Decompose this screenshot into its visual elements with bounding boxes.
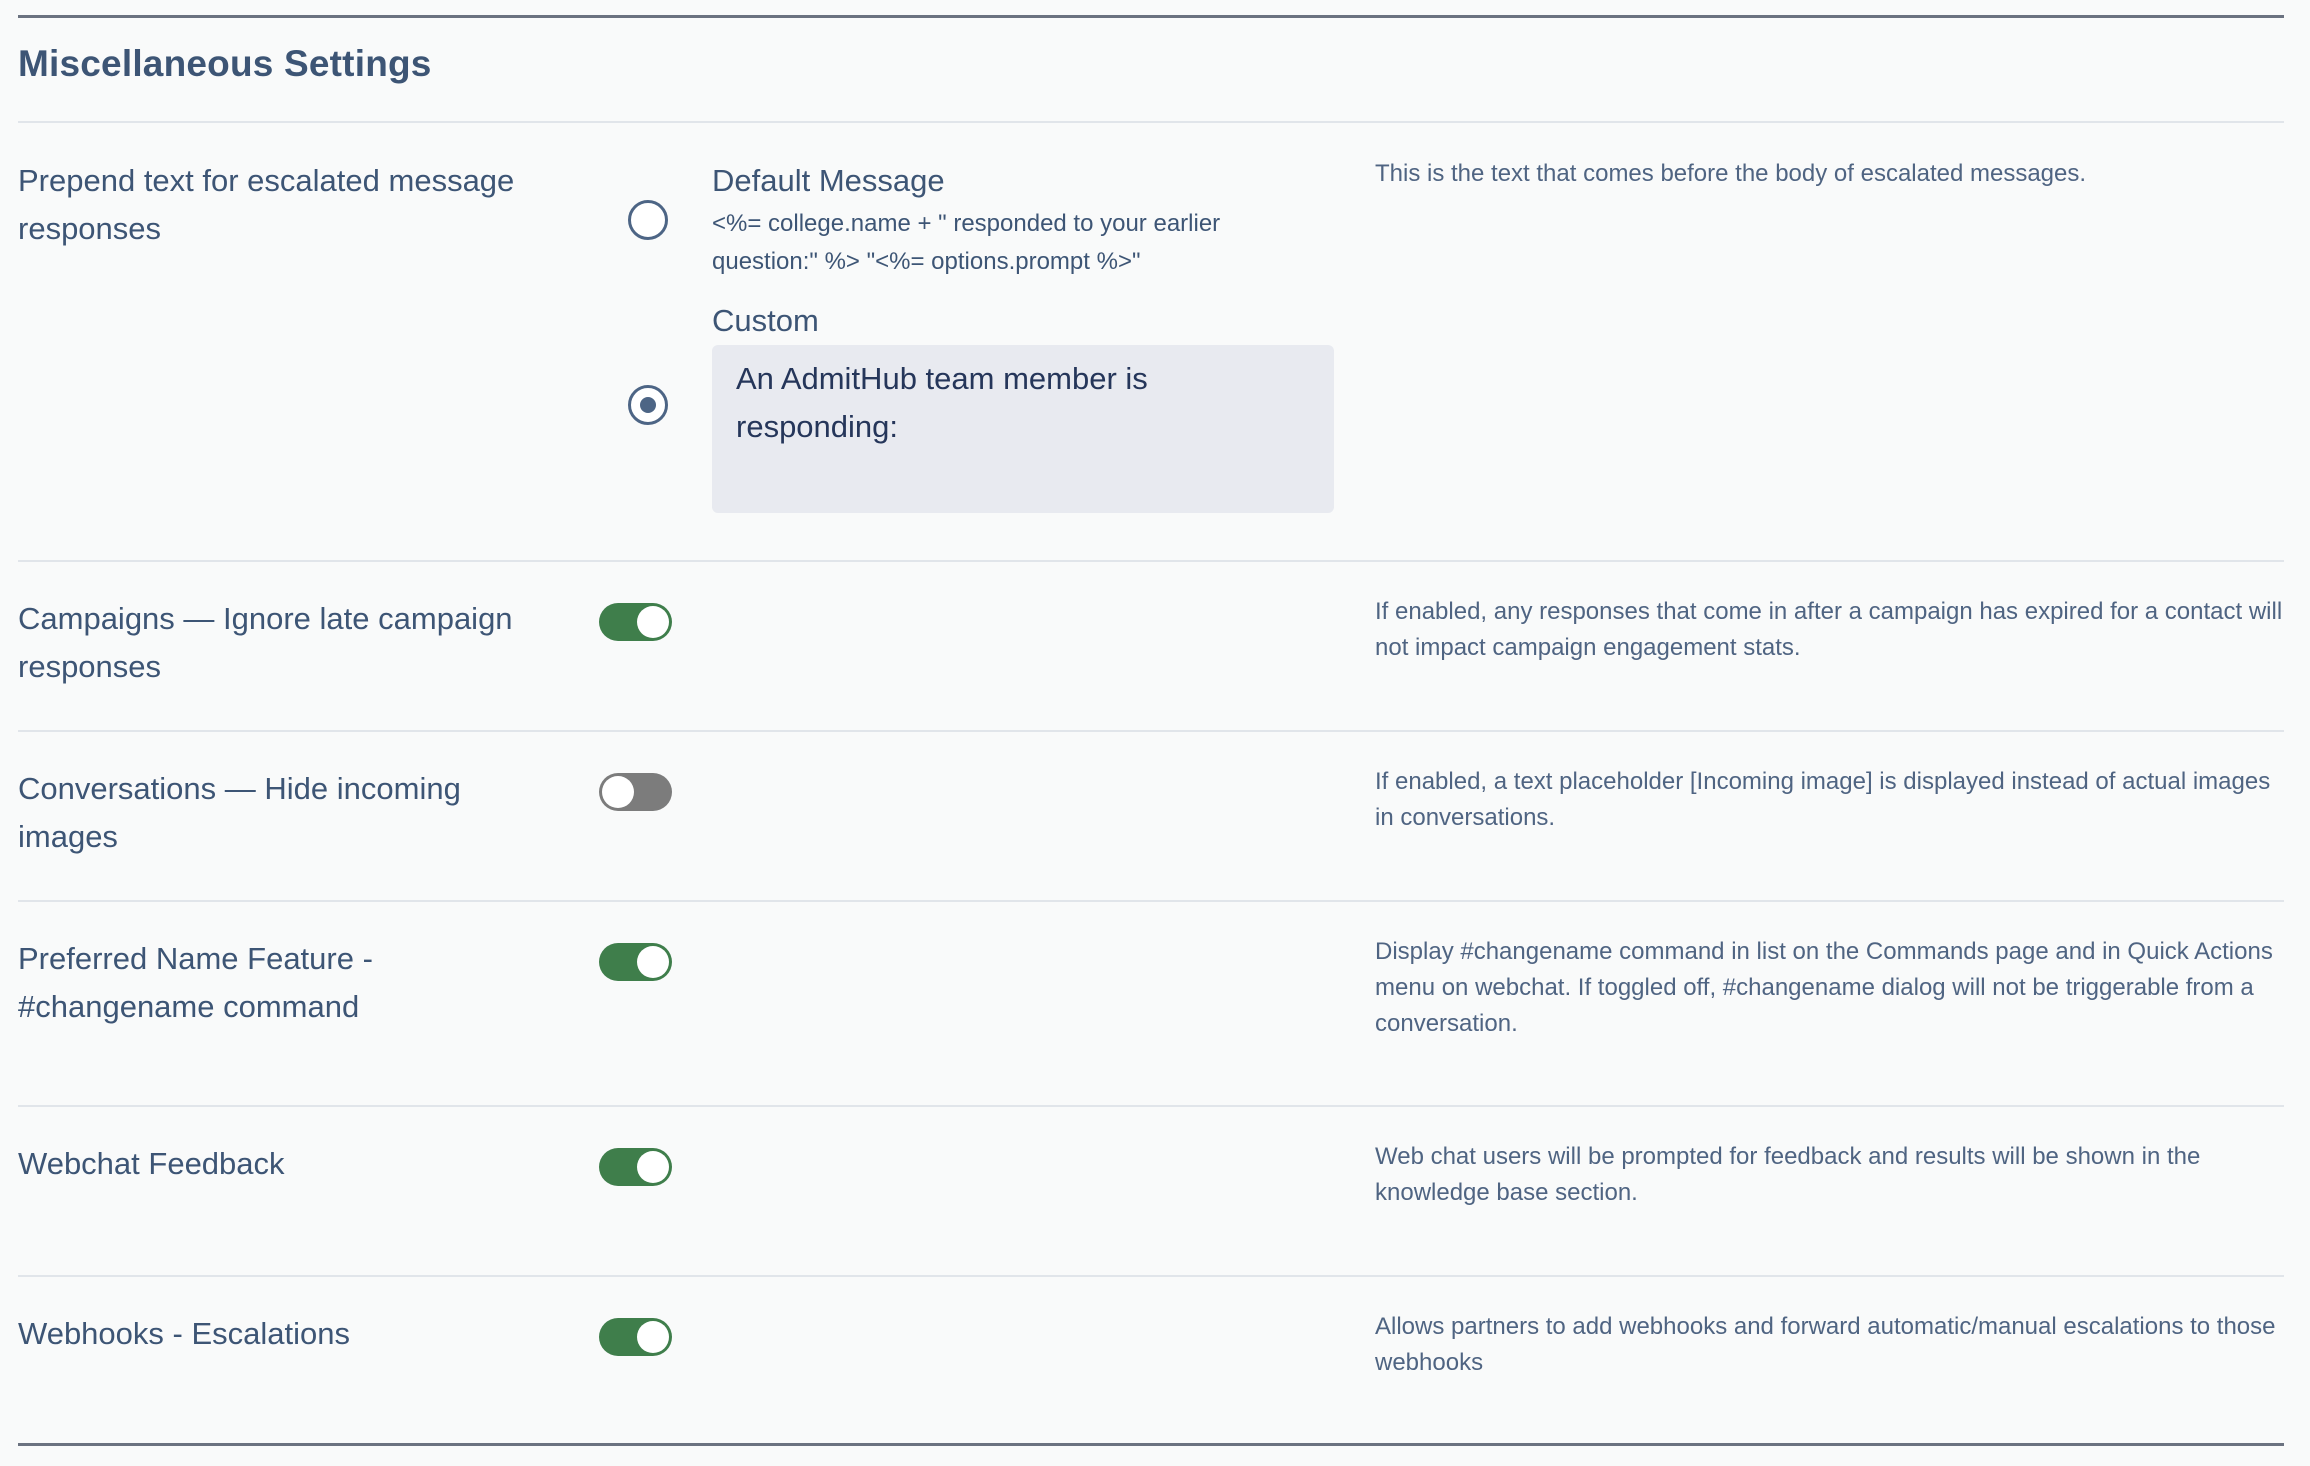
default-message-radio[interactable] — [628, 200, 668, 240]
prepend-description: This is the text that comes before the b… — [1375, 160, 2087, 187]
setting-description-webhooks: Allows partners to add webhooks and forw… — [1375, 1313, 2276, 1376]
custom-message-radio[interactable] — [628, 385, 668, 425]
setting-description-webchat-feedback: Web chat users will be prompted for feed… — [1375, 1143, 2201, 1206]
section-title: Miscellaneous Settings — [18, 43, 432, 84]
toggle-hide-incoming-images[interactable] — [599, 773, 672, 811]
setting-label-preferred-name: Preferred Name Feature - #changename com… — [18, 941, 373, 1024]
top-rule — [18, 15, 2284, 18]
radio-selected-dot — [640, 397, 656, 413]
toggle-knob — [637, 606, 669, 638]
toggle-campaigns-ignore-late[interactable] — [599, 603, 672, 641]
toggle-webchat-feedback[interactable] — [599, 1148, 672, 1186]
divider — [18, 121, 2284, 123]
custom-message-input[interactable]: An AdmitHub team member is responding: — [712, 345, 1334, 513]
toggle-knob — [637, 946, 669, 978]
prepend-label: Prepend text for escalated message respo… — [18, 163, 515, 246]
misc-settings-panel: Miscellaneous Settings Prepend text for … — [18, 0, 2284, 1466]
setting-description-preferred-name: Display #changename command in list on t… — [1375, 938, 2273, 1037]
setting-label-webhooks: Webhooks - Escalations — [18, 1316, 350, 1351]
divider — [18, 900, 2284, 902]
toggle-knob — [637, 1151, 669, 1183]
setting-label-webchat-feedback: Webchat Feedback — [18, 1146, 285, 1181]
toggle-knob — [637, 1321, 669, 1353]
default-message-title: Default Message — [712, 163, 945, 198]
divider — [18, 1275, 2284, 1277]
default-message-template: <%= college.name + " responded to your e… — [712, 210, 1221, 275]
setting-description-campaigns: If enabled, any responses that come in a… — [1375, 598, 2283, 661]
toggle-knob — [602, 776, 634, 808]
divider — [18, 560, 2284, 562]
custom-option-title: Custom — [712, 303, 819, 338]
setting-label-conversations: Conversations — Hide incoming images — [18, 771, 461, 854]
setting-label-campaigns: Campaigns — Ignore late campaign respons… — [18, 601, 513, 684]
toggle-webhooks-escalations[interactable] — [599, 1318, 672, 1356]
bottom-rule — [18, 1443, 2284, 1446]
divider — [18, 1105, 2284, 1107]
setting-description-conversations: If enabled, a text placeholder [Incoming… — [1375, 768, 2271, 831]
divider — [18, 730, 2284, 732]
toggle-preferred-name[interactable] — [599, 943, 672, 981]
